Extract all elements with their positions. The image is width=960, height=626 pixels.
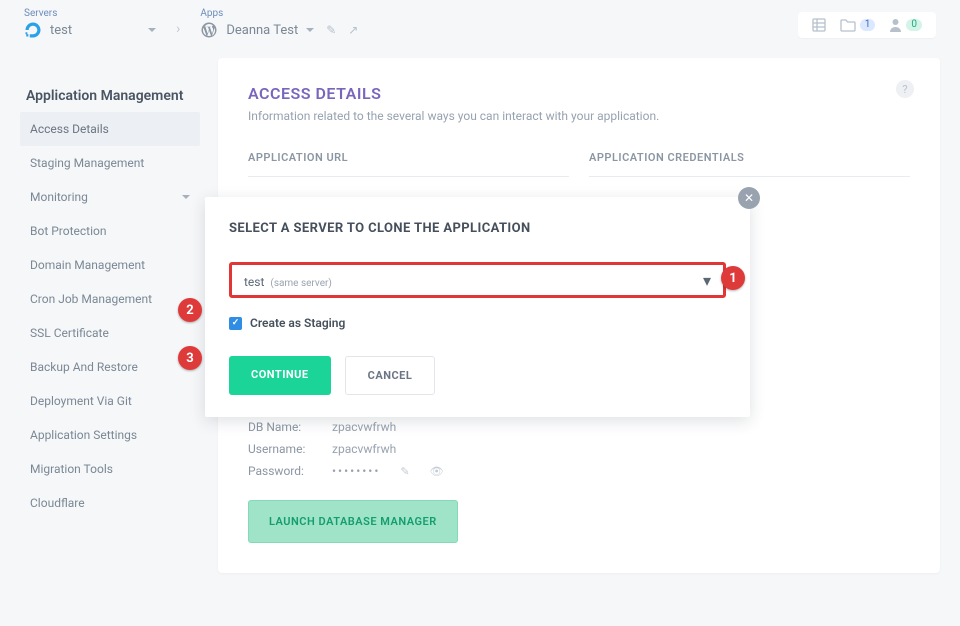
page-title: ACCESS DETAILS <box>248 84 910 103</box>
digitalocean-icon <box>24 21 42 39</box>
sidebar-item-domain[interactable]: Domain Management <box>20 248 200 282</box>
sidebar-item-migration[interactable]: Migration Tools <box>20 452 200 486</box>
page-subtitle: Information related to the several ways … <box>248 109 910 123</box>
launch-db-button[interactable]: LAUNCH DATABASE MANAGER <box>248 500 458 543</box>
close-icon[interactable]: ✕ <box>738 187 760 209</box>
checkbox-checked-icon[interactable]: ✓ <box>229 317 242 330</box>
edit-icon[interactable]: ✎ <box>326 23 336 37</box>
eye-icon[interactable]: 👁 <box>430 465 444 478</box>
top-bar: Servers test › Apps Deanna Test ✎ ↗ <box>0 0 960 58</box>
sidebar-heading: Application Management <box>26 88 200 104</box>
grid-icon[interactable] <box>812 18 826 32</box>
apps-label: Apps <box>200 8 358 19</box>
folder-badge: 1 <box>860 19 876 31</box>
db-pass-row: Password: •••••••• ✎ 👁 <box>248 464 569 478</box>
cancel-button[interactable]: CANCEL <box>345 356 436 395</box>
wordpress-icon <box>200 21 218 39</box>
server-select[interactable]: test (same server) ▾ <box>229 262 726 298</box>
top-actions: 1 0 <box>798 12 936 38</box>
clone-modal: ✕ SELECT A SERVER TO CLONE THE APPLICATI… <box>205 197 750 417</box>
sidebar-item-settings[interactable]: Application Settings <box>20 418 200 452</box>
breadcrumb: Servers test › Apps Deanna Test ✎ ↗ <box>24 8 358 39</box>
user-badge: 0 <box>906 19 922 31</box>
user-icon[interactable]: 0 <box>889 18 922 32</box>
db-name-row: DB Name: zpacvwfrwh <box>248 420 569 434</box>
edit-icon[interactable]: ✎ <box>400 465 409 478</box>
caret-down-icon <box>148 28 156 32</box>
sidebar-item-cloudflare[interactable]: Cloudflare <box>20 486 200 520</box>
app-creds-label: APPLICATION CREDENTIALS <box>589 151 910 164</box>
select-note: (same server) <box>270 278 331 289</box>
staging-checkbox-row[interactable]: ✓ Create as Staging <box>229 316 726 330</box>
annotation-marker-3: 3 <box>178 346 202 370</box>
modal-title: SELECT A SERVER TO CLONE THE APPLICATION <box>229 221 726 236</box>
server-name: test <box>50 23 72 38</box>
caret-down-icon: ▾ <box>703 271 711 290</box>
continue-button[interactable]: CONTINUE <box>229 356 331 395</box>
sidebar-item-backup[interactable]: Backup And Restore <box>20 350 200 384</box>
sidebar-item-staging[interactable]: Staging Management <box>20 146 200 180</box>
servers-label: Servers <box>24 8 156 19</box>
sidebar-item-ssl[interactable]: SSL Certificate <box>20 316 200 350</box>
chevron-right-icon: › <box>176 21 180 37</box>
app-name: Deanna Test <box>226 23 298 38</box>
sidebar-item-cron[interactable]: Cron Job Management <box>20 282 200 316</box>
sidebar: Application Management Access Details St… <box>20 58 200 573</box>
checkbox-label: Create as Staging <box>250 316 345 330</box>
annotation-marker-2: 2 <box>178 298 202 322</box>
folder-icon[interactable]: 1 <box>840 19 876 32</box>
caret-down-icon <box>306 28 314 32</box>
annotation-marker-1: 1 <box>721 266 745 290</box>
app-selector[interactable]: Apps Deanna Test ✎ ↗ <box>200 8 358 39</box>
sidebar-item-bot[interactable]: Bot Protection <box>20 214 200 248</box>
select-value: test <box>244 275 264 289</box>
external-link-icon[interactable]: ↗ <box>348 23 358 37</box>
chevron-down-icon <box>182 195 190 199</box>
app-url-label: APPLICATION URL <box>248 151 569 164</box>
sidebar-item-git[interactable]: Deployment Via Git <box>20 384 200 418</box>
sidebar-item-access-details[interactable]: Access Details <box>20 112 200 146</box>
server-selector[interactable]: Servers test <box>24 8 156 39</box>
db-user-row: Username: zpacvwfrwh <box>248 442 569 456</box>
help-icon[interactable]: ? <box>896 80 914 98</box>
sidebar-item-monitoring[interactable]: Monitoring <box>20 180 200 214</box>
